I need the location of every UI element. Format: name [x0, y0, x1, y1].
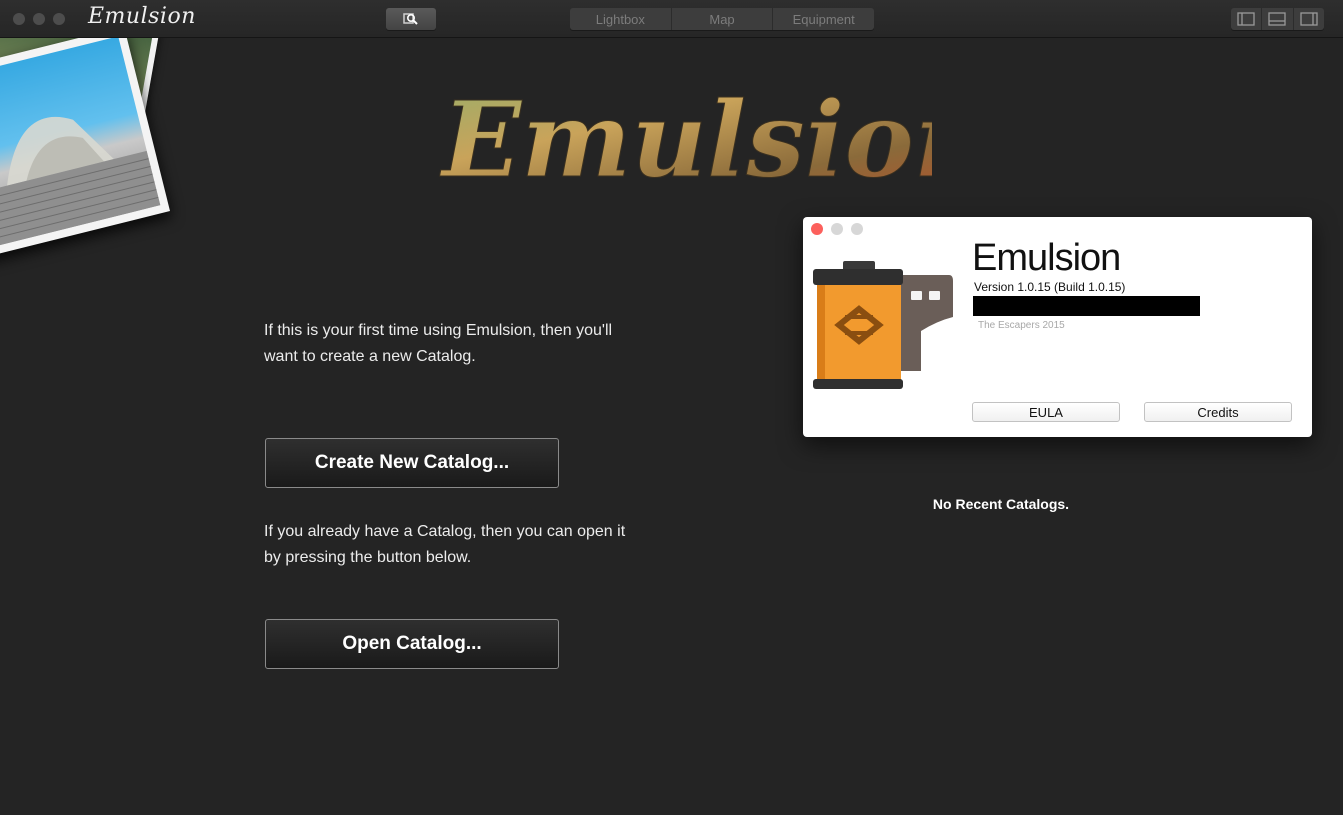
open-catalog-button[interactable]: Open Catalog... [265, 619, 559, 669]
panel-bottom-icon [1268, 12, 1287, 26]
toggle-right-panel-button[interactable] [1294, 8, 1324, 30]
tab-equipment[interactable]: Equipment [773, 8, 874, 30]
minimize-window-button[interactable] [33, 13, 45, 25]
search-icon [403, 13, 418, 25]
about-app-title: Emulsion [972, 237, 1121, 279]
film-canister-icon [813, 261, 953, 389]
about-close-button[interactable] [811, 223, 823, 235]
close-window-button[interactable] [13, 13, 25, 25]
about-panel: Emulsion Version 1.0.15 (Build 1.0.15) T… [803, 217, 1312, 437]
intro-open-catalog-text: If you already have a Catalog, then you … [264, 523, 626, 566]
view-mode-tabs: Lightbox Map Equipment [570, 8, 874, 30]
recent-catalogs-label: No Recent Catalogs. [932, 496, 1070, 512]
zoom-window-button[interactable] [53, 13, 65, 25]
emulsion-logo-large: Emulsion [439, 78, 933, 202]
tab-map[interactable]: Map [672, 8, 774, 30]
toggle-bottom-panel-button[interactable] [1262, 8, 1294, 30]
toggle-left-panel-button[interactable] [1231, 8, 1263, 30]
credits-button[interactable]: Credits [1144, 402, 1292, 422]
search-button[interactable] [386, 8, 436, 30]
app-window: Emulsion Lightbox Map Equipment Emulsio … [0, 0, 1343, 815]
sidebar-left-icon [1237, 12, 1255, 26]
about-version-text: Version 1.0.15 (Build 1.0.15) [974, 280, 1126, 294]
photo-stack-decoration [0, 38, 200, 278]
eula-button[interactable]: EULA [972, 402, 1120, 422]
create-new-catalog-button[interactable]: Create New Catalog... [265, 438, 559, 488]
intro-new-catalog-text: If this is your first time using Emulsio… [264, 322, 613, 365]
app-logo: Emulsion [88, 4, 196, 29]
about-minimize-button [831, 223, 843, 235]
title-bar: Emulsion Lightbox Map Equipment [0, 0, 1343, 38]
sidebar-right-icon [1300, 12, 1318, 26]
redacted-license-field [973, 296, 1200, 316]
logo-wordmark: Emulsion [439, 78, 932, 201]
tab-lightbox[interactable]: Lightbox [570, 8, 672, 30]
panel-toggle-group [1231, 8, 1324, 30]
about-copyright-text: The Escapers 2015 [978, 320, 1065, 331]
about-zoom-button [851, 223, 863, 235]
